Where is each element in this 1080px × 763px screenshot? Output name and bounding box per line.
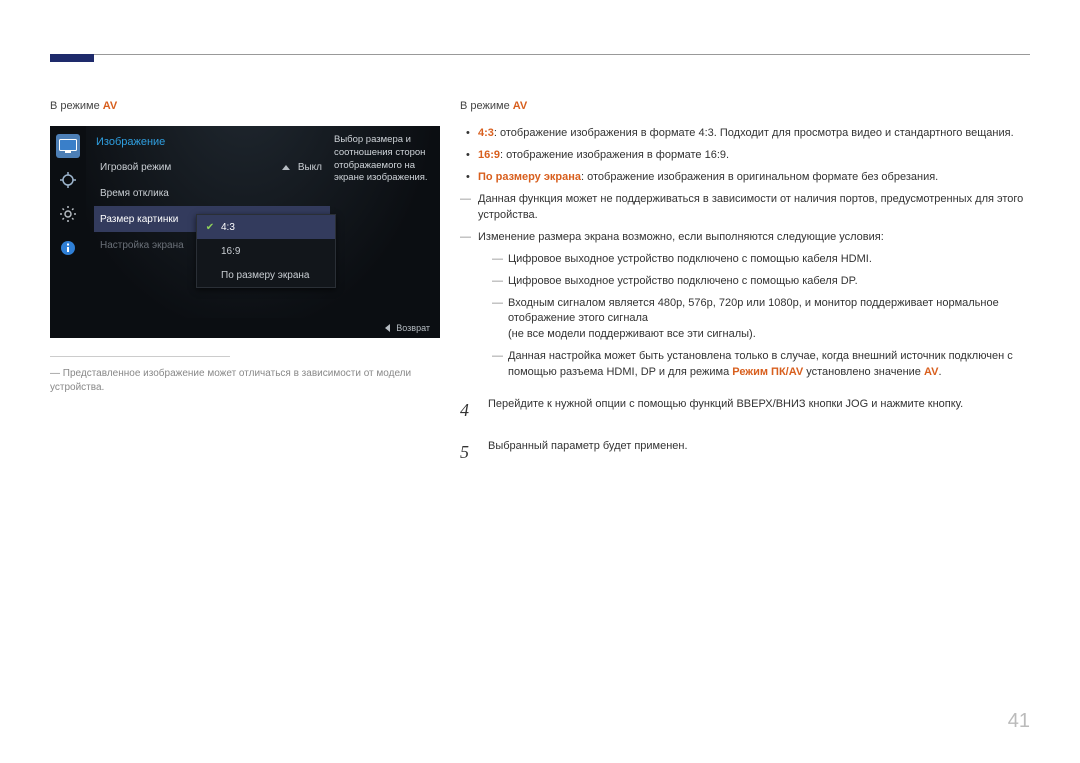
footnote-divider bbox=[50, 356, 230, 357]
subnote-mode-mid: установлено значение bbox=[803, 366, 924, 378]
bullet-text: : отображение изображения в оригинальном… bbox=[581, 171, 938, 183]
step-4-num: 4 bbox=[460, 397, 474, 423]
mode-prefix: В режиме bbox=[460, 100, 513, 112]
osd-row-value: Выкл bbox=[298, 162, 322, 173]
osd-footer-label[interactable]: Возврат bbox=[396, 323, 430, 333]
subnote-signal: Входным сигналом является 480p, 576p, 72… bbox=[478, 296, 1030, 344]
osd-sub-label: 4:3 bbox=[221, 222, 235, 233]
mode-label-left: В режиме AV bbox=[50, 100, 440, 112]
page-number: 41 bbox=[1008, 710, 1030, 733]
bullet-fit: По размеру экрана: отображение изображен… bbox=[460, 170, 1030, 186]
osd-title: Изображение bbox=[96, 136, 330, 148]
footnote: ― Представленное изображение может отлич… bbox=[50, 367, 440, 395]
step-5: 5 Выбранный параметр будет применен. bbox=[460, 439, 1030, 465]
gear-icon[interactable] bbox=[56, 202, 80, 226]
osd-row-label: Размер картинки bbox=[100, 214, 178, 225]
notes: Данная функция может не поддерживаться в… bbox=[460, 192, 1030, 381]
left-column: В режиме AV Изображение Игровой режим bbox=[50, 100, 440, 395]
target-icon[interactable] bbox=[56, 168, 80, 192]
subnote-signal-b: (не все модели поддерживают все эти сигн… bbox=[508, 327, 1030, 343]
subnote-dp: Цифровое выходное устройство подключено … bbox=[478, 274, 1030, 290]
mode-label-right: В режиме AV bbox=[460, 100, 1030, 112]
step-5-num: 5 bbox=[460, 439, 474, 465]
note-2: Изменение размера экрана возможно, если … bbox=[460, 230, 1030, 382]
bullet-bold: По размеру экрана bbox=[478, 171, 581, 183]
bullet-bold: 4:3 bbox=[478, 127, 494, 139]
footnote-dash: ― bbox=[50, 368, 63, 379]
osd-row-label: Настройка экрана bbox=[100, 240, 184, 251]
osd-footer: Возврат bbox=[86, 318, 440, 338]
osd-sub-fit[interactable]: По размеру экрана bbox=[197, 263, 335, 287]
osd-sidebar bbox=[50, 126, 86, 338]
mode-suffix: AV bbox=[513, 100, 527, 112]
osd-sub-label: По размеру экрана bbox=[221, 270, 309, 281]
bullet-text: : отображение изображения в формате 4:3.… bbox=[494, 127, 1014, 139]
bullet-16-9: 16:9: отображение изображения в формате … bbox=[460, 148, 1030, 164]
bullet-text: : отображение изображения в формате 16:9… bbox=[500, 149, 729, 161]
osd-sub-label: 16:9 bbox=[221, 246, 240, 257]
footnote-text: Представленное изображение может отличат… bbox=[50, 368, 411, 393]
subnote-mode-hl1: Режим ПК/AV bbox=[732, 366, 803, 378]
step-5-text: Выбранный параметр будет применен. bbox=[488, 439, 688, 465]
monitor-icon[interactable] bbox=[56, 134, 80, 158]
bullet-bold: 16:9 bbox=[478, 149, 500, 161]
subnote-mode-end: . bbox=[938, 366, 941, 378]
osd-sub-16-9[interactable]: 16:9 bbox=[197, 239, 335, 263]
osd-row-label: Игровой режим bbox=[100, 162, 171, 173]
mode-suffix: AV bbox=[103, 100, 117, 112]
subnote-mode: Данная настройка может быть установлена … bbox=[478, 349, 1030, 381]
osd-panel: Изображение Игровой режим Выкл Время отк… bbox=[50, 126, 440, 338]
osd-sub-4-3[interactable]: ✔ 4:3 bbox=[197, 215, 335, 239]
info-icon[interactable] bbox=[56, 236, 80, 260]
subnote-hdmi: Цифровое выходное устройство подключено … bbox=[478, 252, 1030, 268]
right-column: В режиме AV 4:3: отображение изображения… bbox=[460, 100, 1030, 465]
osd-row-game[interactable]: Игровой режим Выкл bbox=[94, 154, 330, 180]
bullet-list: 4:3: отображение изображения в формате 4… bbox=[460, 126, 1030, 186]
osd-row-label: Время отклика bbox=[100, 188, 169, 199]
step-4: 4 Перейдите к нужной опции с помощью фун… bbox=[460, 397, 1030, 423]
bullet-4-3: 4:3: отображение изображения в формате 4… bbox=[460, 126, 1030, 142]
subnote-mode-hl2: AV bbox=[924, 366, 938, 378]
osd-submenu: ✔ 4:3 16:9 По размеру экрана bbox=[196, 214, 336, 288]
subnotes: Цифровое выходное устройство подключено … bbox=[478, 252, 1030, 382]
chevron-left-icon bbox=[385, 324, 390, 332]
header-rule bbox=[50, 54, 1030, 68]
step-4-text: Перейдите к нужной опции с помощью функц… bbox=[488, 397, 963, 423]
subnote-signal-a: Входным сигналом является 480p, 576p, 72… bbox=[508, 297, 999, 325]
note-1: Данная функция может не поддерживаться в… bbox=[460, 192, 1030, 224]
header-accent bbox=[50, 54, 94, 62]
check-icon: ✔ bbox=[205, 222, 215, 232]
chevron-up-icon bbox=[282, 165, 290, 170]
mode-prefix: В режиме bbox=[50, 100, 103, 112]
osd-row-response[interactable]: Время отклика bbox=[94, 180, 330, 206]
osd-description: Выбор размера и соотношения сторон отобр… bbox=[334, 134, 432, 185]
note-2-text: Изменение размера экрана возможно, если … bbox=[478, 231, 884, 243]
